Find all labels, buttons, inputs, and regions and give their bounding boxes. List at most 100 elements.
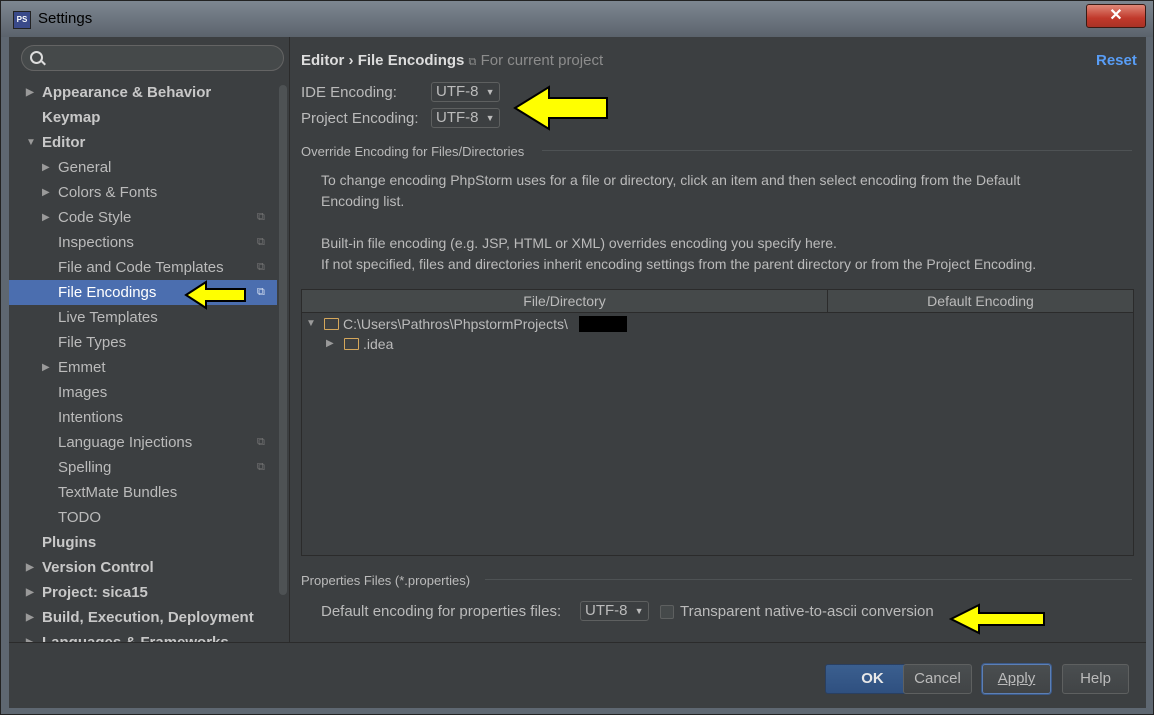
window-title: Settings bbox=[38, 10, 93, 27]
override-section-title: Override Encoding for Files/Directories bbox=[301, 144, 525, 159]
sidebar-item-label: Editor bbox=[42, 134, 86, 151]
column-header-file-directory[interactable]: File/Directory bbox=[302, 290, 828, 313]
sidebar-item[interactable]: File and Code Templates ⧉ bbox=[9, 255, 277, 280]
project-scope-icon: ⧉ bbox=[257, 211, 265, 223]
sidebar-item[interactable]: TextMate Bundles bbox=[9, 480, 277, 505]
redacted-name bbox=[579, 316, 627, 332]
override-info-line-3: Built-in file encoding (e.g. JSP, HTML o… bbox=[321, 235, 837, 251]
transparent-conversion-checkbox[interactable] bbox=[660, 605, 674, 619]
sidebar-item-label: Intentions bbox=[58, 409, 124, 426]
expand-right-icon[interactable]: ▶ bbox=[42, 355, 50, 380]
project-scope-icon: ⧉ bbox=[257, 286, 265, 298]
sidebar-item[interactable]: Spelling ⧉ bbox=[9, 455, 277, 480]
expand-right-icon[interactable]: ▶ bbox=[26, 555, 34, 580]
breadcrumb-separator: › bbox=[348, 52, 354, 69]
table-row[interactable]: ▶ .idea bbox=[326, 334, 806, 354]
sidebar-item-label: File Types bbox=[58, 334, 127, 351]
transparent-conversion-label[interactable]: Transparent native-to-ascii conversion bbox=[680, 603, 934, 620]
sidebar-item[interactable]: ▶ Colors & Fonts bbox=[9, 180, 277, 205]
sidebar-item[interactable]: Language Injections ⧉ bbox=[9, 430, 277, 455]
sidebar-item[interactable]: ▶ Emmet bbox=[9, 355, 277, 380]
override-info-line-4: If not specified, files and directories … bbox=[321, 256, 1037, 272]
annotation-arrow bbox=[949, 603, 1045, 635]
settings-sidebar: ▶ Appearance & Behavior Keymap ▼ Editor ▶ Gene… bbox=[9, 37, 287, 642]
cancel-button[interactable]: Cancel bbox=[903, 664, 972, 694]
sidebar-item-label: Images bbox=[58, 384, 108, 401]
expand-right-icon[interactable]: ▶ bbox=[26, 580, 34, 605]
properties-section-title: Properties Files (*.properties) bbox=[301, 573, 471, 588]
sidebar-item-label: Version Control bbox=[42, 559, 154, 576]
sidebar-item-label: Colors & Fonts bbox=[58, 184, 158, 201]
expand-right-icon[interactable]: ▶ bbox=[42, 180, 50, 205]
expand-right-icon[interactable]: ▶ bbox=[26, 80, 34, 105]
chevron-down-icon: ▼ bbox=[485, 87, 495, 97]
sidebar-item[interactable]: ▼ Editor bbox=[9, 130, 277, 155]
project-scope-icon: ⧉ bbox=[257, 236, 265, 248]
scope-label: For current project bbox=[480, 52, 604, 69]
sidebar-item[interactable]: ▶ Build, Execution, Deployment bbox=[9, 605, 277, 630]
apply-button[interactable]: Apply bbox=[982, 664, 1051, 694]
column-header-default-encoding[interactable]: Default Encoding bbox=[828, 290, 1133, 313]
project-encoding-label: Project Encoding: bbox=[301, 110, 419, 127]
properties-encoding-label: Default encoding for properties files: bbox=[321, 603, 562, 620]
properties-encoding-select[interactable]: UTF-8 ▼ bbox=[580, 601, 649, 621]
folder-icon bbox=[324, 318, 339, 330]
scroll-thumb[interactable] bbox=[279, 85, 287, 595]
sidebar-item[interactable]: ▶ General bbox=[9, 155, 277, 180]
sidebar-item-label: File and Code Templates bbox=[58, 259, 224, 276]
chevron-down-icon: ▼ bbox=[485, 113, 495, 123]
expand-right-icon[interactable]: ▶ bbox=[42, 205, 50, 230]
project-encoding-value: UTF-8 bbox=[436, 109, 479, 126]
ide-encoding-value: UTF-8 bbox=[436, 83, 479, 100]
expand-right-icon[interactable]: ▶ bbox=[26, 630, 34, 642]
sidebar-item-label: Inspections bbox=[58, 234, 134, 251]
sidebar-item-label: Live Templates bbox=[58, 309, 158, 326]
close-button[interactable]: ✕ bbox=[1086, 4, 1146, 28]
encoding-table[interactable]: File/Directory Default Encoding ▼ C:\Use… bbox=[301, 289, 1134, 556]
sidebar-item[interactable]: TODO bbox=[9, 505, 277, 530]
sidebar-item-label: Language Injections bbox=[58, 434, 193, 451]
chevron-down-icon: ▼ bbox=[634, 606, 644, 616]
sidebar-item-label: TODO bbox=[58, 509, 102, 526]
sidebar-item[interactable]: ▶ Version Control bbox=[9, 555, 277, 580]
file-encodings-panel: Editor › File Encodings ⧉ For current pr… bbox=[290, 37, 1146, 642]
sidebar-item[interactable]: Keymap bbox=[9, 105, 277, 130]
sidebar-item[interactable]: Intentions bbox=[9, 405, 277, 430]
sidebar-item-label: General bbox=[58, 159, 112, 176]
breadcrumb: Editor › File Encodings ⧉ For current pr… bbox=[301, 52, 603, 69]
sidebar-scrollbar[interactable] bbox=[279, 85, 287, 642]
project-scope-icon: ⧉ bbox=[257, 461, 265, 473]
project-scope-icon: ⧉ bbox=[257, 261, 265, 273]
sidebar-item-label: Build, Execution, Deployment bbox=[42, 609, 254, 626]
sidebar-item[interactable]: ▶ Code Style ⧉ bbox=[9, 205, 277, 230]
sidebar-item[interactable]: Plugins bbox=[9, 530, 277, 555]
ide-encoding-select[interactable]: UTF-8 ▼ bbox=[431, 82, 500, 102]
sidebar-item[interactable]: ▶ Project: sica15 bbox=[9, 580, 277, 605]
dialog-footer: OK Cancel Apply Help bbox=[9, 642, 1146, 708]
sidebar-item-label: File Encodings bbox=[58, 284, 157, 301]
expand-down-icon[interactable]: ▼ bbox=[306, 314, 316, 334]
sidebar-item[interactable]: Images bbox=[9, 380, 277, 405]
sidebar-item-label: Plugins bbox=[42, 534, 97, 551]
sidebar-item-label: Emmet bbox=[58, 359, 106, 376]
title-bar[interactable]: PS Settings ✕ bbox=[1, 1, 1153, 37]
expand-down-icon[interactable]: ▼ bbox=[26, 130, 36, 155]
sidebar-item[interactable]: ▶ Appearance & Behavior bbox=[9, 80, 277, 105]
annotation-arrow bbox=[184, 280, 246, 310]
directory-path: C:\Users\Pathros\PhpstormProjects\ bbox=[343, 316, 568, 332]
reset-link[interactable]: Reset bbox=[1096, 52, 1137, 69]
project-encoding-select[interactable]: UTF-8 ▼ bbox=[431, 108, 500, 128]
expand-right-icon[interactable]: ▶ bbox=[42, 155, 50, 180]
search-input[interactable] bbox=[21, 45, 284, 71]
search-icon bbox=[30, 51, 43, 64]
table-row[interactable]: ▼ C:\Users\Pathros\PhpstormProjects\ bbox=[306, 314, 826, 334]
sidebar-item[interactable]: File Types bbox=[9, 330, 277, 355]
sidebar-item[interactable]: ▶ Languages & Frameworks bbox=[9, 630, 277, 642]
folder-icon bbox=[344, 338, 359, 350]
phpstorm-app-icon: PS bbox=[13, 11, 31, 29]
expand-right-icon[interactable]: ▶ bbox=[326, 334, 334, 354]
override-info-line-2: Encoding list. bbox=[321, 193, 405, 209]
expand-right-icon[interactable]: ▶ bbox=[26, 605, 34, 630]
sidebar-item[interactable]: Inspections ⧉ bbox=[9, 230, 277, 255]
help-button[interactable]: Help bbox=[1062, 664, 1129, 694]
